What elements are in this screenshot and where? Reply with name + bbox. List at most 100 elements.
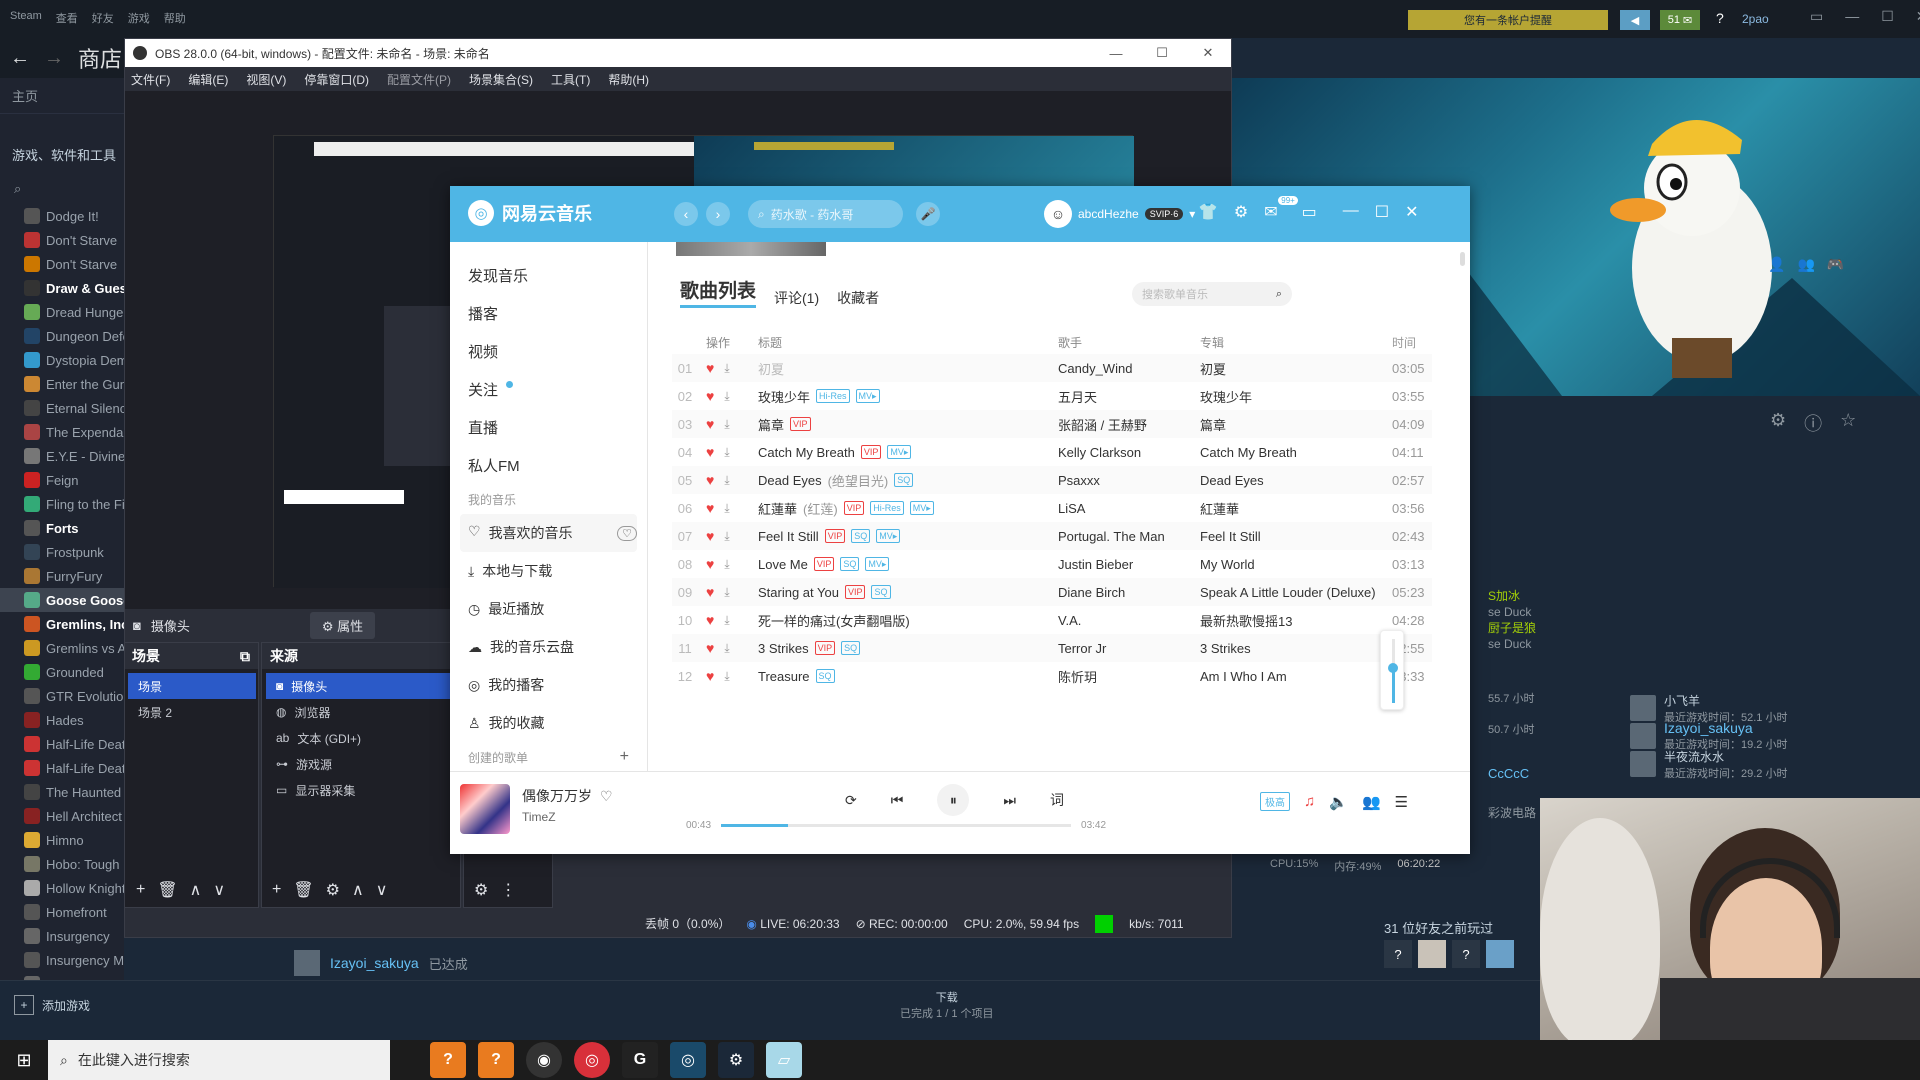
heart-filled-icon[interactable]: ♥: [706, 472, 714, 488]
mv-badge[interactable]: MV▸: [909, 501, 934, 515]
song-row[interactable]: 01 ♥ ⤓ 初夏 Candy_Wind 初夏 03:05: [672, 354, 1432, 382]
song-row[interactable]: 03 ♥ ⤓ 篇章 VIP 张韶涵 / 王赫野 篇章 04:09: [672, 410, 1432, 438]
library-game-item[interactable]: Forts: [0, 516, 124, 540]
song-artist[interactable]: Justin Bieber: [1058, 557, 1200, 572]
library-game-item[interactable]: GTR Evolution: [0, 684, 124, 708]
song-row[interactable]: 12 ♥ ⤓ Treasure SQ 陈忻玥 Am I Who I Am 03:33: [672, 662, 1432, 690]
source-item[interactable]: ab 文本 (GDI+): [266, 725, 458, 751]
next-icon[interactable]: ⏭: [1003, 792, 1016, 809]
library-game-item[interactable]: Hell Architect: [0, 804, 124, 828]
chevron-down-icon[interactable]: ∨: [213, 880, 225, 900]
nav-recent[interactable]: ◷ 最近播放: [450, 590, 647, 628]
close-icon[interactable]: ✕: [1405, 202, 1418, 222]
chevron-up-icon[interactable]: ∧: [190, 880, 202, 900]
avatar[interactable]: [1418, 940, 1446, 968]
library-game-item[interactable]: Fling to the Finish: [0, 492, 124, 516]
avatar[interactable]: ?: [1452, 940, 1480, 968]
song-title[interactable]: Treasure: [758, 669, 810, 684]
nav-my-podcast[interactable]: ◎ 我的播客: [450, 666, 647, 704]
now-playing-cover[interactable]: [460, 784, 510, 834]
library-game-item[interactable]: Enter the Gungeon: [0, 372, 124, 396]
library-game-item[interactable]: Dungeon Defenders: [0, 324, 124, 348]
more-options-icon[interactable]: ⋮: [500, 880, 516, 900]
add-icon[interactable]: +: [272, 881, 281, 899]
steam-menu-help[interactable]: 帮助: [164, 10, 186, 26]
previous-icon[interactable]: ⏮: [891, 792, 904, 809]
like-heart-icon[interactable]: ♡: [600, 788, 613, 805]
library-game-item[interactable]: Insurgency: [0, 924, 124, 948]
taskbar-search-input[interactable]: ⌕ 在此键入进行搜索: [48, 1040, 390, 1080]
song-artist[interactable]: LiSA: [1058, 501, 1200, 516]
song-album[interactable]: Feel It Still: [1200, 529, 1392, 544]
download-icon[interactable]: ⤓: [724, 473, 729, 488]
tab-collectors[interactable]: 收藏者: [837, 288, 879, 308]
download-icon[interactable]: ⤓: [724, 445, 729, 460]
minimize-icon[interactable]: —: [1845, 8, 1859, 25]
lyrics-button[interactable]: 词: [1050, 790, 1064, 810]
tab-comments[interactable]: 评论(1): [774, 288, 819, 308]
obs-menu-tools[interactable]: 工具(T): [551, 71, 590, 88]
download-icon[interactable]: ⤓: [724, 389, 729, 404]
playlist-queue-icon[interactable]: ☰: [1395, 793, 1408, 811]
song-album[interactable]: 紅蓮華: [1200, 499, 1392, 518]
song-title[interactable]: 玫瑰少年: [758, 387, 810, 406]
downloads-status[interactable]: 下载 已完成 1 / 1 个项目: [900, 989, 994, 1021]
chrome-app-icon[interactable]: G: [622, 1042, 658, 1078]
avatar[interactable]: ?: [1384, 940, 1412, 968]
download-icon[interactable]: ⤓: [724, 641, 729, 656]
tab-songs[interactable]: 歌曲列表: [680, 276, 757, 308]
back-arrow-icon[interactable]: ←: [10, 47, 30, 70]
star-icon[interactable]: ☆: [1840, 410, 1856, 436]
song-album[interactable]: 初夏: [1200, 359, 1392, 378]
song-title[interactable]: 初夏: [758, 359, 784, 378]
forward-arrow-icon[interactable]: →: [44, 47, 64, 70]
song-title[interactable]: Dead Eyes: [758, 473, 822, 488]
avatar[interactable]: [1486, 940, 1514, 968]
download-icon[interactable]: ⤓: [724, 501, 729, 516]
song-title[interactable]: 死一样的痛过(女声翻唱版): [758, 611, 910, 630]
netease-app-icon[interactable]: ◎: [574, 1042, 610, 1078]
trash-icon[interactable]: 🗑: [157, 880, 177, 900]
library-game-item[interactable]: E.Y.E - Divine Cybermancy: [0, 444, 124, 468]
library-search-icon[interactable]: ⌕: [0, 174, 124, 204]
loop-icon[interactable]: ⟳: [845, 792, 857, 809]
heart-filled-icon[interactable]: ♥: [706, 556, 714, 572]
minimize-icon[interactable]: —: [1343, 202, 1359, 222]
gear-icon[interactable]: ⚙: [326, 880, 340, 900]
heart-filled-icon[interactable]: ♥: [706, 612, 714, 628]
heart-filled-icon[interactable]: ♥: [706, 444, 714, 460]
now-playing-song[interactable]: 偶像万万岁: [522, 786, 592, 806]
notifications-button[interactable]: 51 ✉: [1660, 10, 1700, 30]
volume-popup[interactable]: [1380, 630, 1404, 710]
library-game-item[interactable]: FurryFury: [0, 564, 124, 588]
song-title[interactable]: 紅蓮華: [758, 499, 797, 518]
library-game-item[interactable]: Eternal Silence: [0, 396, 124, 420]
steam-menu-view[interactable]: 查看: [56, 10, 78, 26]
song-artist[interactable]: 五月天: [1058, 387, 1200, 406]
library-game-item[interactable]: Himno: [0, 828, 124, 852]
heart-filled-icon[interactable]: ♥: [706, 640, 714, 656]
store-title[interactable]: 商店: [78, 42, 122, 74]
song-artist[interactable]: Diane Birch: [1058, 585, 1200, 600]
playlist-search-input[interactable]: 搜索歌单音乐 ⌕: [1132, 282, 1292, 306]
forward-arrow-icon[interactable]: ›: [706, 202, 730, 226]
info-icon[interactable]: ⓘ: [1804, 410, 1822, 436]
col-time-header[interactable]: 时间: [1392, 334, 1432, 351]
chevron-down-icon[interactable]: ∨: [376, 880, 388, 900]
source-item[interactable]: ▭ 显示器采集: [266, 777, 458, 803]
song-album[interactable]: Speak A Little Louder (Deluxe): [1200, 585, 1392, 600]
browser-app-icon[interactable]: ◎: [670, 1042, 706, 1078]
created-playlists-label[interactable]: 创建的歌单: [468, 749, 528, 766]
library-home[interactable]: 主页: [0, 78, 124, 114]
settings-icon[interactable]: ⚙: [1234, 202, 1248, 222]
heart-filled-icon[interactable]: ♥: [706, 388, 714, 404]
music-search-input[interactable]: ⌕ 药水歌 - 药水哥: [748, 200, 903, 228]
download-icon[interactable]: ⤓: [724, 529, 729, 544]
now-playing-artist[interactable]: TimeZ: [522, 810, 556, 824]
song-row[interactable]: 08 ♥ ⤓ Love Me VIP SQ MV▸ Justin Bieber My World…: [672, 550, 1432, 578]
library-game-item[interactable]: Gremlins, Inc.: [0, 612, 124, 636]
song-artist[interactable]: Terror Jr: [1058, 641, 1200, 656]
minimize-icon[interactable]: —: [1093, 39, 1139, 67]
steam-menu-steam[interactable]: Steam: [10, 10, 42, 26]
nav-discover[interactable]: 发现音乐: [450, 256, 647, 294]
